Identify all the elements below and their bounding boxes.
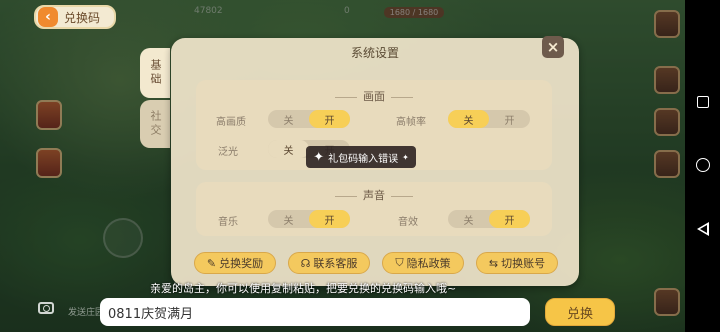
tab-basic[interactable]: 基础 xyxy=(140,48,170,98)
hfr-label: 高帧率 xyxy=(396,117,426,128)
recent-apps-icon[interactable] xyxy=(696,96,709,108)
toggle-off-option[interactable]: 关 xyxy=(448,110,489,128)
bloom-label: 泛光 xyxy=(218,147,238,158)
toggle-on-option[interactable]: 开 xyxy=(489,210,530,228)
redeem-code-input[interactable] xyxy=(108,304,530,320)
toggle-off-option[interactable]: 关 xyxy=(268,140,309,158)
toggle-on-option[interactable]: 开 xyxy=(309,210,350,228)
tab-social[interactable]: 社交 xyxy=(140,100,170,148)
hfr-toggle[interactable]: 关 开 xyxy=(448,110,530,128)
redeem-reward-label: 兑换奖励 xyxy=(219,257,264,270)
sfx-label: 音效 xyxy=(398,217,418,228)
music-toggle[interactable]: 关 开 xyxy=(268,210,350,228)
hq-label: 高画质 xyxy=(216,117,246,128)
error-toast: ✦ 礼包码输入错误 ✦ xyxy=(306,146,416,168)
toggle-off-option[interactable]: 关 xyxy=(268,210,309,228)
sound-panel: 声音 音乐 关 开 音效 关 开 xyxy=(196,182,552,236)
toggle-off-option[interactable]: 关 xyxy=(268,110,309,128)
toggle-on-option[interactable]: 开 xyxy=(309,110,350,128)
redeem-code-label: 兑换码 xyxy=(64,10,101,25)
music-label: 音乐 xyxy=(218,217,238,228)
pencil-icon: ✎ xyxy=(206,256,217,270)
privacy-policy-button[interactable]: ⛉ 隐私政策 xyxy=(382,252,464,274)
redeem-hint: 亲爱的岛主，你可以使用复制粘贴，把要兑换的兑换码输入哦~ xyxy=(150,282,457,295)
sfx-toggle[interactable]: 关 开 xyxy=(448,210,530,228)
redeem-code-badge[interactable]: ‹ 兑换码 xyxy=(34,5,116,29)
back-icon[interactable] xyxy=(696,222,709,236)
contact-service-button[interactable]: ☊ 联系客服 xyxy=(288,252,370,274)
android-nav-bar xyxy=(685,0,720,332)
dialog-title: 系统设置 xyxy=(350,46,399,60)
switch-account-button[interactable]: ⇆ 切换账号 xyxy=(476,252,558,274)
hq-toggle[interactable]: 关 开 xyxy=(268,110,350,128)
back-arrow-icon[interactable]: ‹ xyxy=(38,7,58,27)
close-button[interactable]: × xyxy=(542,36,564,58)
sound-section-title: 声音 xyxy=(196,187,552,203)
toggle-on-option[interactable]: 开 xyxy=(489,110,530,128)
redeem-code-field[interactable] xyxy=(100,298,530,326)
privacy-policy-label: 隐私政策 xyxy=(406,257,451,270)
camera-icon[interactable] xyxy=(38,302,54,314)
toggle-off-option[interactable]: 关 xyxy=(448,210,489,228)
switch-account-label: 切换账号 xyxy=(501,257,546,270)
toast-text: 礼包码输入错误 xyxy=(328,153,399,165)
contact-service-label: 联系客服 xyxy=(313,257,358,270)
redeem-submit-button[interactable]: 兑换 xyxy=(545,298,615,326)
sparkle-icon: ✦ xyxy=(402,152,409,162)
graphics-section-title: 画面 xyxy=(196,88,552,104)
switch-icon: ⇆ xyxy=(488,256,499,270)
home-icon[interactable] xyxy=(695,158,710,172)
friend-label: 发送庄园 xyxy=(68,308,105,318)
headset-icon: ☊ xyxy=(300,256,311,270)
shield-icon: ⛉ xyxy=(395,256,404,269)
sparkle-icon: ✦ xyxy=(313,149,325,165)
redeem-reward-button[interactable]: ✎ 兑换奖励 xyxy=(194,252,276,274)
